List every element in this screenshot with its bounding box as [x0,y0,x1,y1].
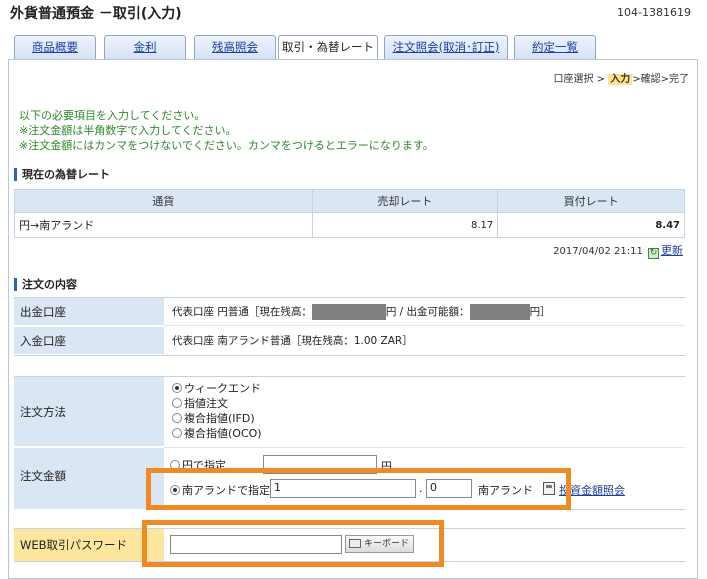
table-header-row: 通貨 売却レート 買付レート [14,189,685,213]
exchange-rate-table: 通貨 売却レート 買付レート 円→南アランド 8.17 8.47 [14,189,685,238]
masked-available-amount [469,304,530,320]
radio-label: 複合指値(IFD) [184,412,255,425]
radio-label: 指値注文 [184,397,228,410]
radio-ifd[interactable]: 複合指値(IFD) [172,411,685,426]
deposit-account-value: 代表口座 南アランド普通［現在残高：1.00 ZAR］ [172,335,413,347]
tab-order-inquiry[interactable]: 注文照会(取消･訂正) [384,35,508,59]
step-input-current: 入力 [608,74,633,85]
radio-limit-order[interactable]: 指値注文 [172,396,685,411]
radio-button[interactable] [172,413,182,423]
highlight-box-amount [146,468,571,510]
step-separator: > [632,74,641,85]
tab-product-overview[interactable]: 商品概要 [14,35,96,59]
refresh-link[interactable]: 更新 [661,244,683,257]
column-header-buy-rate: 買付レート [497,189,685,213]
step-complete: 完了 [669,74,689,85]
divider [164,447,685,448]
withdraw-account-value: 代表口座 円普通［現在残高： 円 / 出金可能額： 円］ [164,298,685,326]
radio-oco[interactable]: 複合指値(OCO) [172,426,685,441]
step-confirm: 確認 [640,74,661,85]
radio-button[interactable] [172,398,182,408]
section-heading-exchange-rate: 現在の為替レート [14,168,110,181]
radio-button[interactable] [172,383,182,393]
withdraw-account-text: 円］ [529,306,551,318]
instruction-note: 以下の必要項目を入力してください。 [19,109,206,122]
rate-timestamp-row: 2017/04/02 21:11 ↻ 更新 [553,242,683,259]
order-method-options: ウィークエンド 指値注文 複合指値(IFD) 複合指値(OCO) [164,381,685,441]
buy-rate-value: 8.47 [497,212,685,238]
tab-interest-rate[interactable]: 金利 [104,35,186,59]
order-amount-label: 注文金額 [14,448,164,510]
withdraw-account-text: 円 / 出金可能額： [385,306,470,318]
masked-balance [311,304,386,320]
rate-currency-pair: 円→南アランド [14,212,313,238]
refresh-icon[interactable]: ↻ [648,248,659,259]
column-header-sell-rate: 売却レート [311,189,499,213]
radio-label: ウィークエンド [184,382,261,395]
rate-timestamp: 2017/04/02 21:11 [553,246,643,257]
instruction-note: ※注文金額は半角数字で入力してください。 [19,124,237,137]
section-heading-order-details: 注文の内容 [14,278,77,291]
deposit-account-label: 入金口座 [14,327,164,355]
step-separator: > [596,74,606,85]
table-row: 円→南アランド 8.17 8.47 [14,212,685,238]
step-select-account: 口座選択 [553,74,594,85]
instruction-note: ※注文金額にはカンマをつけないでください。カンマをつけるとエラーになります。 [19,139,434,152]
order-method-label: 注文方法 [14,377,164,447]
tab-trade-exchange-rate[interactable]: 取引・為替レート [278,35,378,60]
withdraw-account-label: 出金口座 [14,298,164,326]
tab-balance-inquiry[interactable]: 残高照会 [194,35,276,59]
highlight-box-password [142,520,444,567]
radio-weekend[interactable]: ウィークエンド [172,381,685,396]
tab-execution-list[interactable]: 約定一覧 [514,35,596,59]
step-separator: > [660,74,669,85]
radio-button[interactable] [172,428,182,438]
page-title: 外貨普通預金 －取引(入力) [10,6,182,22]
account-number: 104-1381619 [617,6,691,19]
step-indicator: 口座選択 > 入力 >確認>完了 [553,70,689,85]
column-header-currency: 通貨 [14,189,313,213]
sell-rate-value: 8.17 [311,212,499,238]
withdraw-account-text: 代表口座 円普通［現在残高： [172,306,312,318]
radio-label: 複合指値(OCO) [184,427,262,440]
